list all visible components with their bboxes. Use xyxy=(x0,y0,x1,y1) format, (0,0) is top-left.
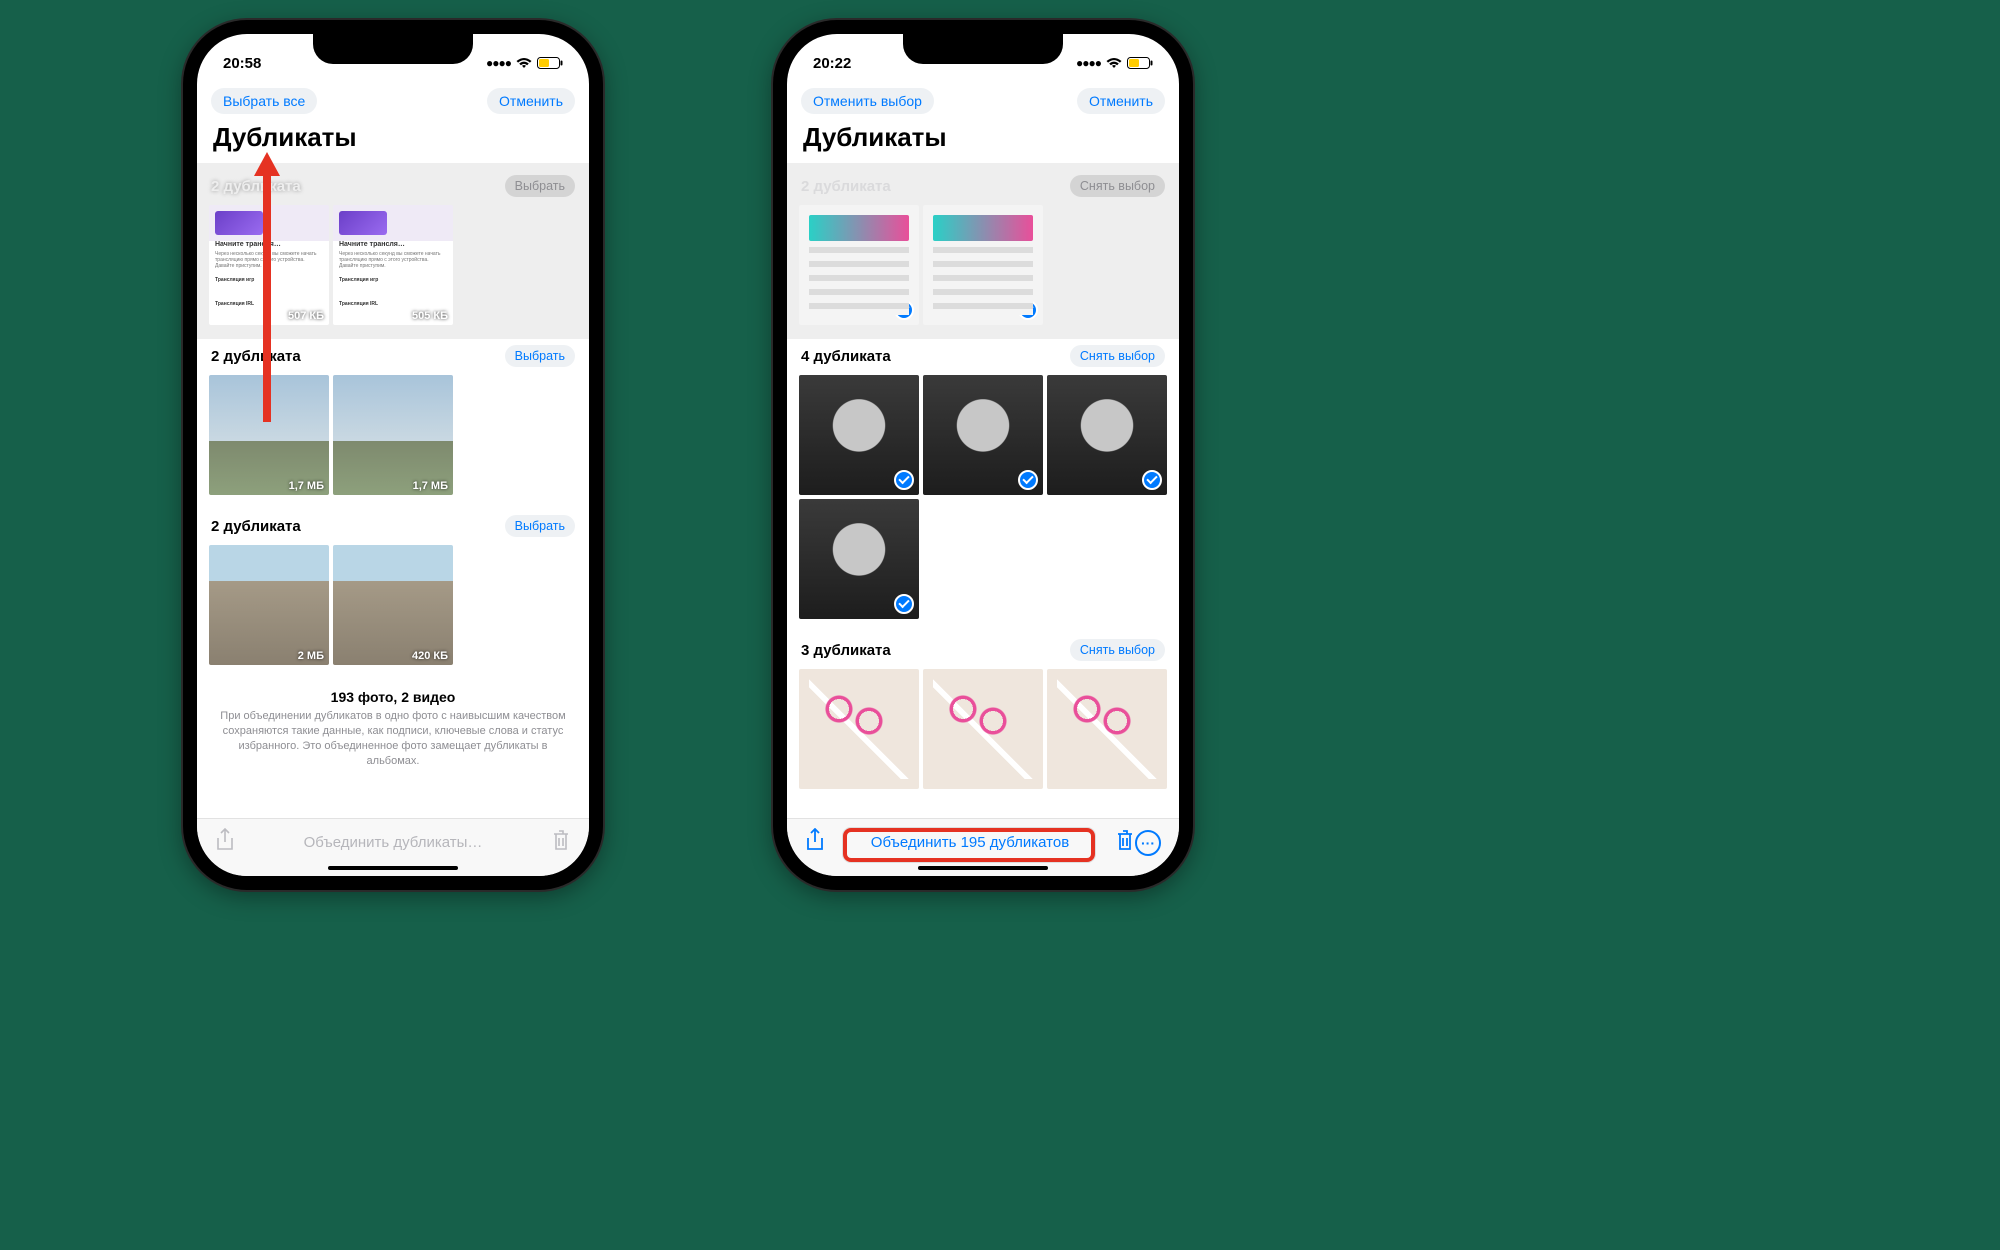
selected-check-icon xyxy=(1018,300,1038,320)
home-indicator[interactable] xyxy=(328,866,458,870)
duplicate-group: 2 дубликата Выбрать Начните трансля… Чер… xyxy=(197,163,589,339)
photo-thumbnail[interactable] xyxy=(799,205,919,325)
group-title: 2 дубликата xyxy=(211,178,301,195)
selected-check-icon xyxy=(894,470,914,490)
content-scroll[interactable]: 2 дубликата Снять выбор 4 дубликата Снят… xyxy=(787,163,1179,827)
file-size-label: 1,7 МБ xyxy=(413,480,448,492)
group-select-button[interactable]: Выбрать xyxy=(505,175,575,197)
selected-check-icon xyxy=(1142,470,1162,490)
file-size-label: 505 КБ xyxy=(412,310,448,322)
status-time: 20:58 xyxy=(223,55,261,72)
photo-thumbnail[interactable] xyxy=(923,205,1043,325)
photo-thumbnail[interactable] xyxy=(799,375,919,495)
selected-check-icon xyxy=(894,300,914,320)
phone-frame-right: 20:22 ●●●● Отменить выбор Отменить Дубли… xyxy=(773,20,1193,890)
notch xyxy=(903,34,1063,64)
file-size-label: 2 МБ xyxy=(298,650,324,662)
more-icon[interactable]: ··· xyxy=(1135,830,1161,856)
duplicate-group: 2 дубликата Выбрать 1,7 МБ 1,7 МБ xyxy=(197,339,589,509)
photo-thumbnail[interactable] xyxy=(923,669,1043,789)
photo-thumbnail[interactable]: 1,7 МБ xyxy=(209,375,329,495)
notch xyxy=(313,34,473,64)
page-title: Дубликаты xyxy=(787,118,1179,163)
group-select-button[interactable]: Выбрать xyxy=(505,345,575,367)
duplicate-group: 4 дубликата Снять выбор xyxy=(787,339,1179,633)
top-bar: Отменить выбор Отменить xyxy=(787,78,1179,118)
merge-button[interactable]: Объединить 195 дубликатов xyxy=(825,834,1115,851)
selected-check-icon xyxy=(894,594,914,614)
share-icon[interactable] xyxy=(805,828,825,857)
footer-description: При объединении дубликатов в одно фото с… xyxy=(217,709,569,768)
wifi-icon xyxy=(1106,57,1122,69)
group-title: 4 дубликата xyxy=(801,348,891,365)
footer-summary: 193 фото, 2 видео При объединении дублик… xyxy=(197,679,589,774)
cellular-icon: ●●●● xyxy=(486,56,511,70)
cancel-button[interactable]: Отменить xyxy=(487,88,575,114)
photo-thumbnail[interactable]: Начните трансля… Через несколько секунд … xyxy=(209,205,329,325)
trash-icon[interactable] xyxy=(551,828,571,857)
cancel-button[interactable]: Отменить xyxy=(1077,88,1165,114)
deselect-all-button[interactable]: Отменить выбор xyxy=(801,88,934,114)
group-title: 2 дубликата xyxy=(211,348,301,365)
top-bar: Выбрать все Отменить xyxy=(197,78,589,118)
cellular-icon: ●●●● xyxy=(1076,56,1101,70)
photo-thumbnail[interactable]: 2 МБ xyxy=(209,545,329,665)
photo-thumbnail[interactable] xyxy=(799,669,919,789)
group-deselect-button[interactable]: Снять выбор xyxy=(1070,345,1165,367)
share-icon[interactable] xyxy=(215,828,235,857)
wifi-icon xyxy=(516,57,532,69)
group-title: 2 дубликата xyxy=(211,518,301,535)
photo-thumbnail[interactable]: Начните трансля… Через несколько секунд … xyxy=(333,205,453,325)
photo-thumbnail[interactable] xyxy=(799,499,919,619)
duplicate-group: 2 дубликата Выбрать 2 МБ 420 КБ xyxy=(197,509,589,679)
merge-button: Объединить дубликаты… xyxy=(235,834,551,851)
photo-thumbnail[interactable] xyxy=(923,375,1043,495)
group-deselect-button[interactable]: Снять выбор xyxy=(1070,639,1165,661)
duplicate-group: 3 дубликата Снять выбор xyxy=(787,633,1179,803)
home-indicator[interactable] xyxy=(918,866,1048,870)
status-time: 20:22 xyxy=(813,55,851,72)
photo-thumbnail[interactable]: 1,7 МБ xyxy=(333,375,453,495)
group-select-button[interactable]: Выбрать xyxy=(505,515,575,537)
file-size-label: 420 КБ xyxy=(412,650,448,662)
footer-count: 193 фото, 2 видео xyxy=(217,689,569,705)
select-all-button[interactable]: Выбрать все xyxy=(211,88,317,114)
battery-icon xyxy=(537,57,563,69)
selected-check-icon xyxy=(1018,470,1038,490)
group-title: 3 дубликата xyxy=(801,642,891,659)
file-size-label: 1,7 МБ xyxy=(289,480,324,492)
screen: 20:22 ●●●● Отменить выбор Отменить Дубли… xyxy=(787,34,1179,876)
photo-thumbnail[interactable] xyxy=(1047,375,1167,495)
status-icons: ●●●● xyxy=(1076,56,1153,70)
file-size-label: 507 КБ xyxy=(288,310,324,322)
page-title: Дубликаты xyxy=(197,118,589,163)
phone-frame-left: 20:58 ●●●● Выбрать все Отменить Дубликат… xyxy=(183,20,603,890)
screen: 20:58 ●●●● Выбрать все Отменить Дубликат… xyxy=(197,34,589,876)
trash-icon[interactable] xyxy=(1115,828,1135,857)
status-icons: ●●●● xyxy=(486,56,563,70)
photo-thumbnail[interactable]: 420 КБ xyxy=(333,545,453,665)
group-deselect-button[interactable]: Снять выбор xyxy=(1070,175,1165,197)
duplicate-group: 2 дубликата Снять выбор xyxy=(787,163,1179,339)
battery-icon xyxy=(1127,57,1153,69)
content-scroll[interactable]: 2 дубликата Выбрать Начните трансля… Чер… xyxy=(197,163,589,827)
group-title: 2 дубликата xyxy=(801,178,891,195)
photo-thumbnail[interactable] xyxy=(1047,669,1167,789)
